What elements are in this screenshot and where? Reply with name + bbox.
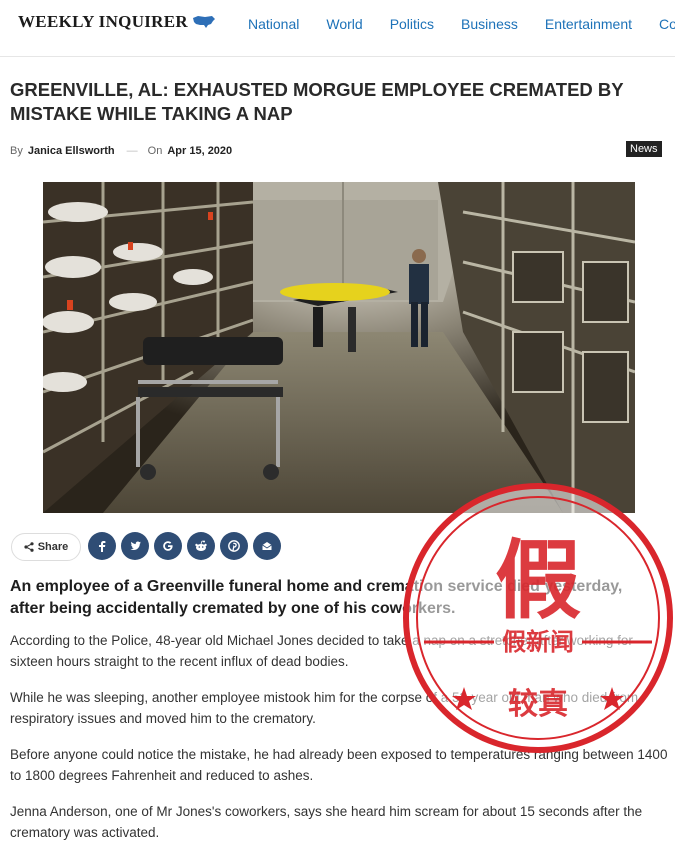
google-icon (163, 541, 173, 551)
nav-business[interactable]: Business (461, 16, 518, 32)
share-icon (24, 542, 34, 552)
share-button[interactable]: Share (11, 533, 81, 561)
reddit-icon (195, 540, 207, 551)
by-label: By (10, 145, 23, 157)
google-share-button[interactable] (154, 532, 182, 560)
morgue-illustration (43, 182, 635, 513)
nav-world[interactable]: World (326, 16, 362, 32)
article-photo (43, 182, 635, 513)
article-paragraph: While he was sleeping, another employee … (10, 690, 639, 726)
nav-national[interactable]: National (248, 16, 299, 32)
meta-divider: — (126, 145, 138, 157)
facebook-share-button[interactable] (88, 532, 116, 560)
us-map-icon (192, 16, 215, 28)
author-link[interactable]: Janica Ellsworth (28, 145, 115, 157)
article-paragraph: According to the Police, 48-year old Mic… (10, 633, 633, 669)
facebook-icon (99, 541, 106, 552)
article-title: GREENVILLE, AL: EXHAUSTED MORGUE EMPLOYE… (10, 79, 624, 124)
twitter-share-button[interactable] (121, 532, 149, 560)
share-label: Share (37, 541, 69, 553)
pinterest-share-button[interactable] (220, 532, 248, 560)
nav-truncated[interactable]: Co (659, 16, 675, 32)
article-paragraph: Before anyone could notice the mistake, … (10, 747, 668, 783)
on-label: On (147, 145, 163, 157)
main-nav: National World Politics Business Enterta… (248, 16, 675, 32)
email-icon (262, 542, 272, 550)
site-logo[interactable]: WEEKLY INQUIRER (18, 12, 216, 32)
reddit-share-button[interactable] (187, 532, 215, 560)
article-lead: An employee of a Greenville funeral home… (10, 578, 623, 617)
nav-entertainment[interactable]: Entertainment (545, 16, 632, 32)
pinterest-icon (228, 540, 240, 552)
site-header: WEEKLY INQUIRER National World Politics … (0, 0, 675, 57)
nav-politics[interactable]: Politics (390, 16, 434, 32)
article-paragraph: Jenna Anderson, one of Mr Jones's cowork… (10, 804, 643, 840)
publish-date: Apr 15, 2020 (167, 145, 233, 157)
email-share-button[interactable] (253, 532, 281, 560)
twitter-icon (130, 541, 141, 550)
article-meta: By Janica Ellsworth — On Apr 15, 2020 (10, 145, 232, 157)
category-badge[interactable]: News (626, 141, 662, 157)
logo-text: WEEKLY INQUIRER (18, 12, 188, 31)
